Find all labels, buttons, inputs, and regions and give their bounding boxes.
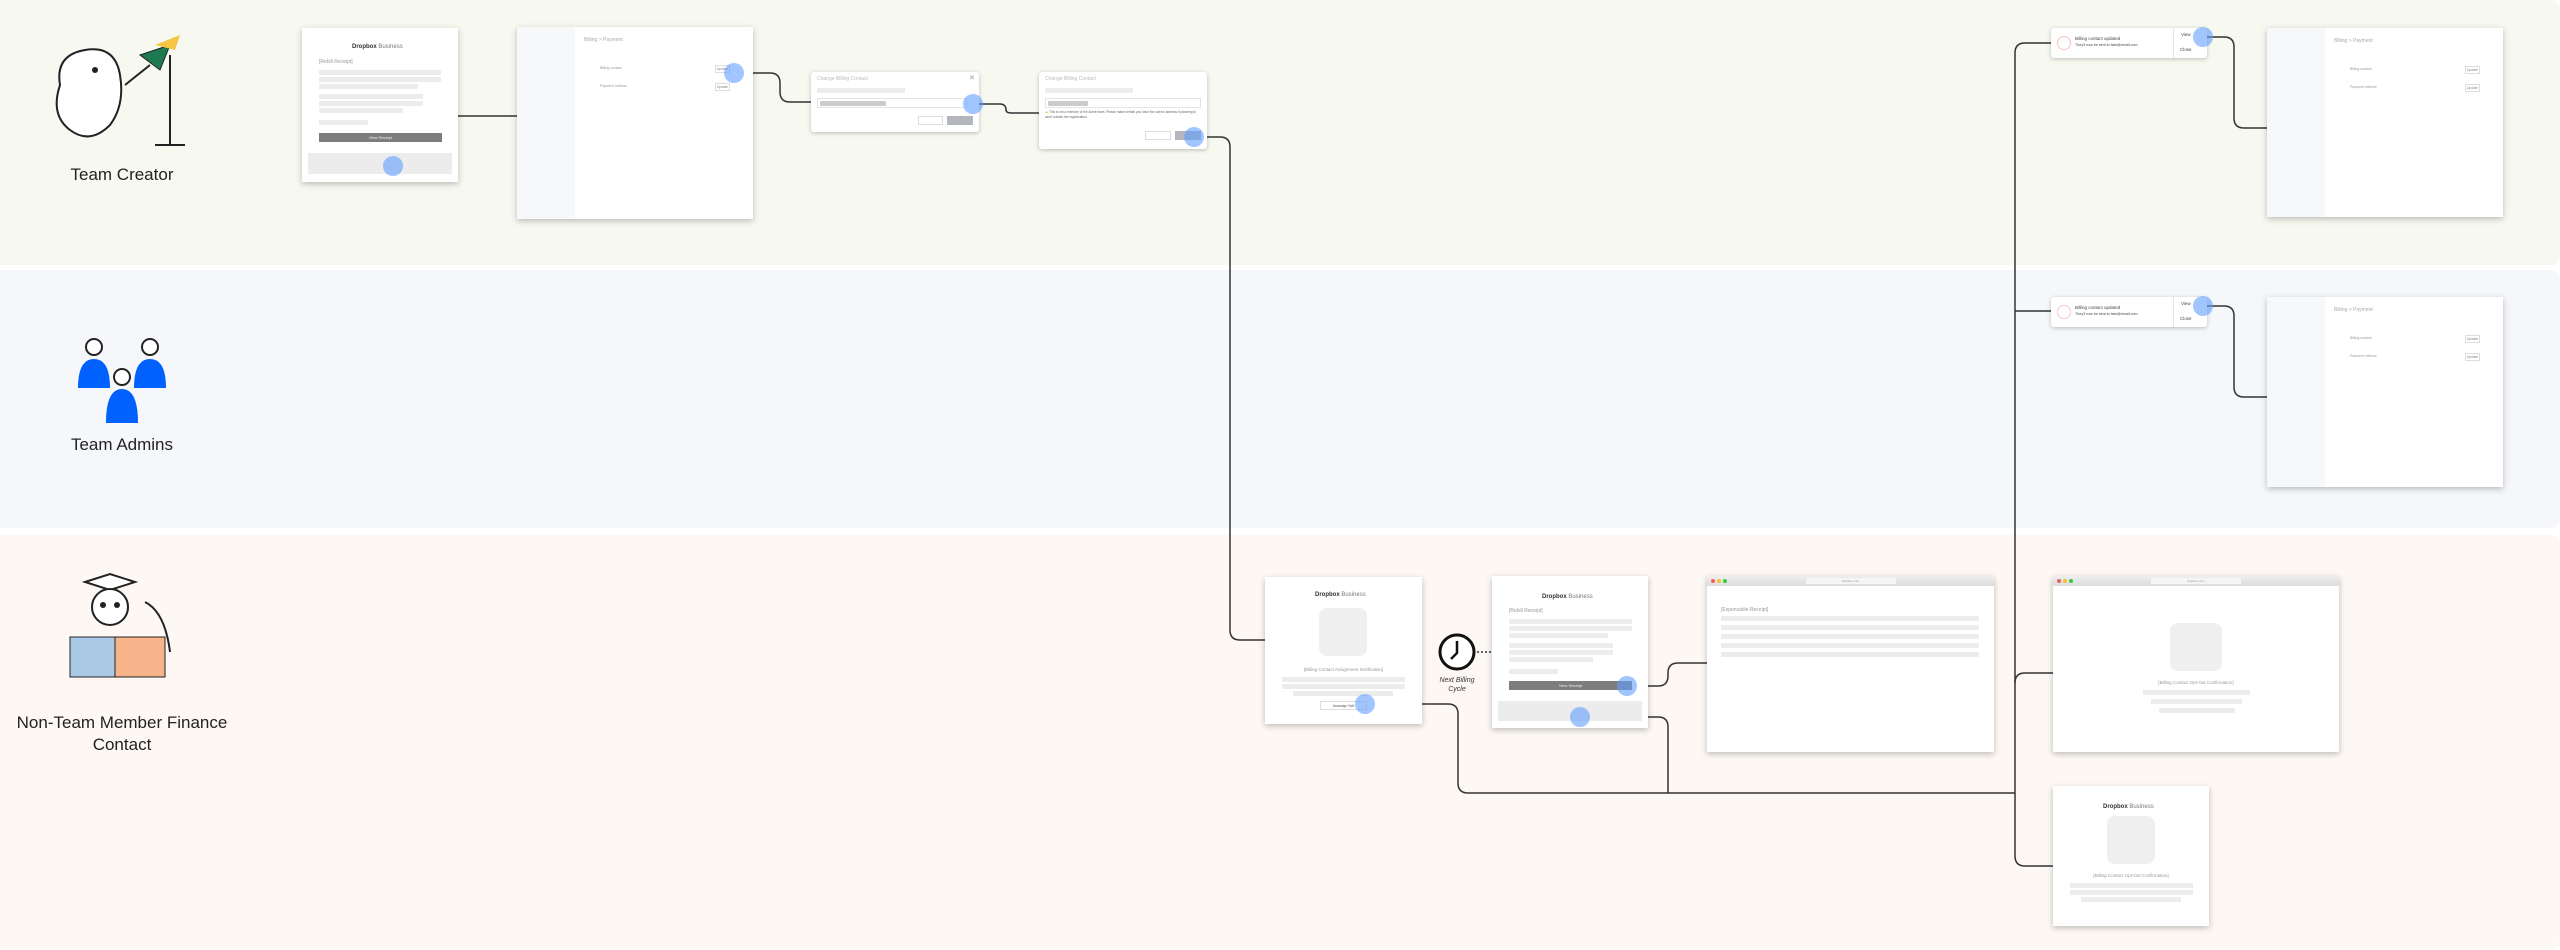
update-billing-contact-button[interactable]: Update [2465,335,2480,343]
email-title: [Rebill Receipt] [319,59,353,65]
billing-payment-page: Billing > Payment Billing contact Update… [2267,297,2503,487]
billing-payment-page: Billing > Payment Billing contact Update… [2267,28,2503,217]
browser-chrome: dropbox.com [2053,576,2339,586]
page-title: [Billing Contact Opt-Out Confirmation] [2158,680,2234,685]
assignment-notification-email: Dropbox Business [Billing Contact Assign… [1265,577,1422,724]
payment-method-label: Payment method [600,84,627,88]
email-footer [308,153,452,174]
status-icon [2057,36,2071,50]
click-indicator [724,63,744,83]
breadcrumb: Billing > Payment [584,37,623,43]
update-payment-method-button[interactable]: Update [2465,353,2480,361]
cancel-button[interactable] [1145,131,1171,140]
connector [2203,36,2267,129]
billing-updated-toast: Billing contact updated They'll now be s… [2051,28,2207,58]
rebill-receipt-email: Dropbox Business [Rebill Receipt] View R… [302,28,458,182]
connector [2014,42,2053,867]
toast-message: They'll now be sent to fake@email.com [2075,312,2138,316]
dialog-title: Change Billing Contact [1045,76,1096,82]
optout-confirmation-browser: dropbox.com [Billing Contact Opt-Out Con… [2053,576,2339,752]
cancel-button[interactable] [918,116,943,125]
click-indicator [1617,676,1637,696]
email-title: [Billing Contact Assignment Notification… [1303,667,1384,672]
confirm-button[interactable] [947,116,973,125]
click-indicator [383,156,403,176]
click-indicator [1355,694,1375,714]
click-indicator [2193,296,2213,316]
sidebar [517,27,575,219]
status-icon [2057,305,2071,319]
address-bar[interactable]: dropbox.com [2151,578,2241,584]
email-input[interactable] [817,98,967,108]
toast-title: Billing contact updated [2075,36,2121,41]
change-billing-contact-dialog-warning: Change Billing Contact ▲ This is not a m… [1039,72,1207,149]
change-billing-contact-dialog: Change Billing Contact ✕ [811,72,979,132]
warning-icon: ▲ [1045,110,1049,114]
dropbox-logo: Dropbox Business [2103,804,2154,810]
billing-updated-toast: Billing contact updated They'll now be s… [2051,297,2207,327]
connector [1580,716,1669,793]
illustration-placeholder [1319,608,1367,656]
billing-payment-page: Billing > Payment Billing contact Update… [517,27,753,219]
close-button[interactable]: Close [2180,47,2192,52]
dialog-title: Change Billing Contact [817,76,868,82]
view-receipt-button[interactable]: View Receipt [1509,681,1632,690]
clock-icon [1438,633,1476,671]
close-icon[interactable]: ✕ [969,74,975,82]
breadcrumb: Billing > Payment [2334,38,2373,44]
payment-method-label: Payment method [2350,85,2377,89]
dropbox-logo: Dropbox Business [1542,594,1593,600]
email-title: [Billing Contact Opt-Out Confirmation] [2093,873,2169,878]
expensable-receipt-browser: dropbox.com [Expensable Receipt] [1707,576,1994,752]
billing-contact-label: Billing contact [600,66,622,70]
toast-title: Billing contact updated [2075,305,2121,310]
click-indicator [963,94,983,114]
billing-contact-label: Billing contact [2350,336,2372,340]
billing-contact-label: Billing contact [2350,67,2372,71]
click-indicator [1184,127,1204,147]
click-indicator [2193,27,2213,47]
email-input[interactable] [1045,98,1201,108]
toast-message: They'll now be sent to fake@email.com [2075,43,2138,47]
breadcrumb: Billing > Payment [2334,307,2373,313]
optout-confirmation-email: Dropbox Business [Billing Contact Opt-Ou… [2053,786,2209,926]
connector [1194,136,1265,641]
close-button[interactable]: Close [2180,316,2192,321]
browser-chrome: dropbox.com [1707,576,1994,586]
view-button[interactable]: View [2181,301,2191,306]
update-payment-method-button[interactable]: Update [715,83,730,91]
update-payment-method-button[interactable]: Update [2465,84,2480,92]
connector [2203,305,2267,398]
dropbox-logo: Dropbox Business [1315,592,1366,598]
view-button[interactable]: View [2181,32,2191,37]
email-title: [Rebill Receipt] [1509,608,1543,614]
connector [2014,672,2053,684]
illustration-placeholder [2170,623,2222,671]
page-title: [Expensable Receipt] [1721,607,1769,613]
payment-method-label: Payment method [2350,354,2377,358]
update-billing-contact-button[interactable]: Update [2465,66,2480,74]
illustration-placeholder [2107,816,2155,864]
view-receipt-button[interactable]: View Receipt [319,133,442,142]
address-bar[interactable]: dropbox.com [1805,578,1896,584]
rebill-receipt-email: Dropbox Business [Rebill Receipt] View R… [1492,576,1648,728]
warning-text: This is not a member of the Acme team. P… [1045,110,1197,119]
click-indicator [1570,707,1590,727]
dropbox-logo: Dropbox Business [352,44,403,50]
timer-label: Next Billing Cycle [1439,677,1475,693]
